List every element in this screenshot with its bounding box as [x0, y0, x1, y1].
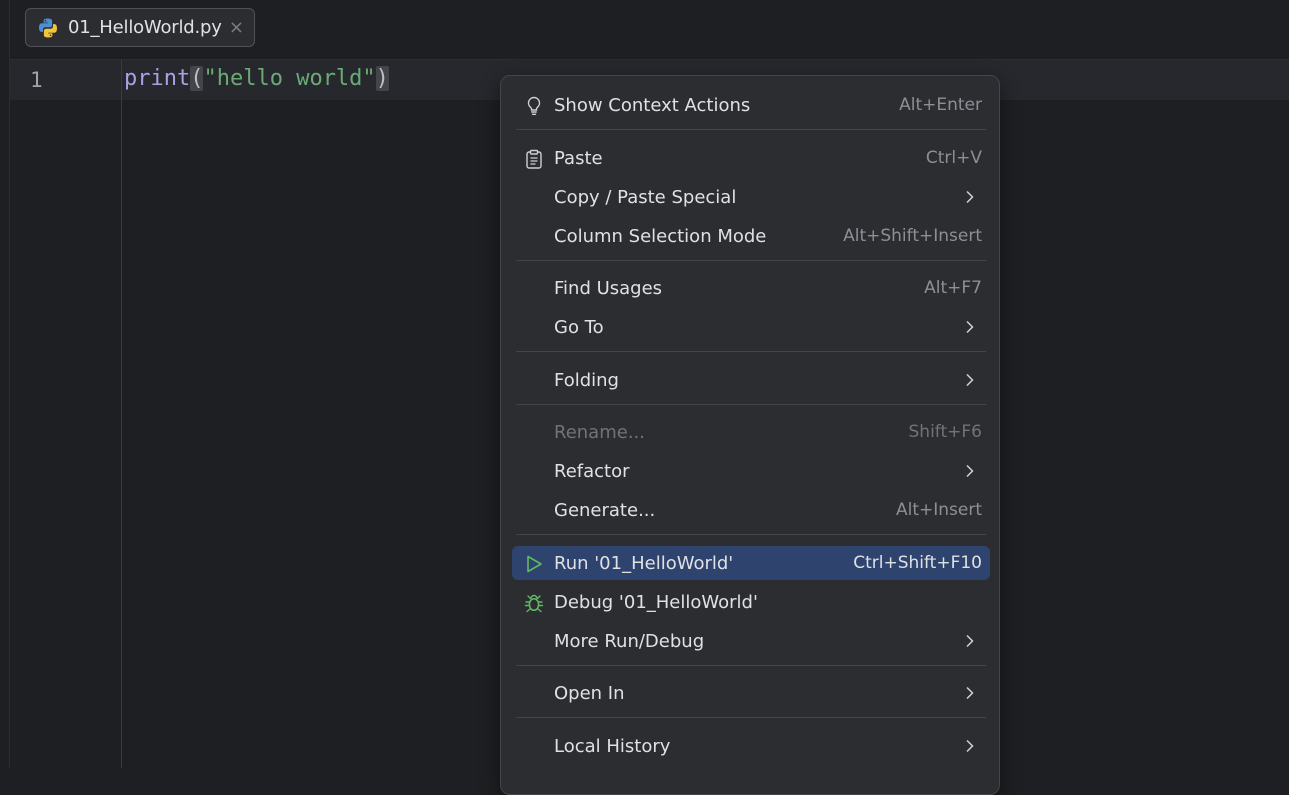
code-string-literal: "hello world" — [203, 66, 376, 91]
context-menu: Show Context Actions Alt+Enter Paste Ctr… — [500, 75, 1000, 795]
chevron-right-icon — [966, 373, 974, 387]
menu-item-rename[interactable]: Rename... Shift+F6 — [512, 415, 990, 449]
run-icon — [527, 555, 542, 573]
menu-separator — [516, 404, 986, 405]
menu-item-shortcut: Alt+Insert — [895, 500, 982, 520]
code-function-name: print — [124, 66, 191, 91]
clipboard-icon — [526, 149, 542, 169]
menu-item-label: Debug '01_HelloWorld' — [554, 591, 758, 613]
menu-item-paste[interactable]: Paste Ctrl+V — [512, 141, 990, 175]
menu-separator — [516, 717, 986, 718]
lightbulb-icon — [527, 96, 541, 115]
python-file-icon — [39, 18, 57, 37]
menu-item-label: Find Usages — [554, 277, 663, 299]
gutter-divider — [121, 60, 122, 768]
menu-item-folding[interactable]: Folding — [512, 363, 990, 397]
menu-item-label: Generate... — [554, 499, 656, 521]
menu-item-label: Go To — [554, 316, 604, 338]
menu-item-refactor[interactable]: Refactor — [512, 454, 990, 488]
line-number: 1 — [30, 68, 43, 92]
menu-item-label: More Run/Debug — [554, 630, 705, 652]
menu-item-shortcut: Ctrl+V — [925, 148, 982, 168]
chevron-right-icon — [966, 739, 974, 753]
menu-item-debug[interactable]: Debug '01_HelloWorld' — [512, 585, 990, 619]
debug-bug-icon — [524, 594, 544, 613]
chevron-right-icon — [966, 190, 974, 204]
code-open-paren: ( — [190, 66, 204, 91]
menu-item-run[interactable]: Run '01_HelloWorld' Ctrl+Shift+F10 — [512, 546, 990, 580]
menu-item-find-usages[interactable]: Find Usages Alt+F7 — [512, 271, 990, 305]
menu-separator — [516, 665, 986, 666]
menu-item-shortcut: Alt+F7 — [924, 278, 982, 298]
menu-item-shortcut: Shift+F6 — [908, 422, 982, 442]
menu-item-show-context-actions[interactable]: Show Context Actions Alt+Enter — [512, 88, 990, 122]
menu-item-label: Local History — [554, 735, 671, 757]
chevron-right-icon — [966, 634, 974, 648]
left-edge-strip — [0, 0, 10, 768]
chevron-right-icon — [966, 320, 974, 334]
editor-tab-bar: 01_HelloWorld.py × — [10, 0, 1289, 60]
menu-item-copy-paste-special[interactable]: Copy / Paste Special — [512, 180, 990, 214]
menu-item-label: Column Selection Mode — [554, 225, 767, 247]
menu-item-shortcut: Ctrl+Shift+F10 — [853, 553, 982, 573]
menu-item-label: Folding — [554, 369, 619, 391]
menu-item-open-in[interactable]: Open In — [512, 676, 990, 710]
chevron-right-icon — [966, 464, 974, 478]
menu-separator — [516, 129, 986, 130]
menu-item-label: Copy / Paste Special — [554, 186, 737, 208]
menu-item-local-history[interactable]: Local History — [512, 729, 990, 763]
menu-item-shortcut: Alt+Enter — [899, 95, 982, 115]
menu-separator — [516, 534, 986, 535]
menu-separator — [516, 260, 986, 261]
menu-item-label: Rename... — [554, 421, 645, 443]
menu-item-go-to[interactable]: Go To — [512, 310, 990, 344]
menu-item-generate[interactable]: Generate... Alt+Insert — [512, 493, 990, 527]
close-icon[interactable]: × — [229, 17, 244, 38]
menu-item-label: Paste — [554, 147, 603, 169]
menu-item-column-selection-mode[interactable]: Column Selection Mode Alt+Shift+Insert — [512, 219, 990, 253]
chevron-right-icon — [966, 686, 974, 700]
menu-item-label: Open In — [554, 682, 625, 704]
menu-separator — [516, 351, 986, 352]
tab-label: 01_HelloWorld.py — [68, 17, 222, 38]
code-close-paren: ) — [375, 66, 389, 91]
menu-item-shortcut: Alt+Shift+Insert — [843, 226, 982, 246]
menu-item-more-run-debug[interactable]: More Run/Debug — [512, 624, 990, 658]
code-line-1[interactable]: print("hello world") — [124, 66, 389, 91]
menu-item-label: Show Context Actions — [554, 94, 751, 116]
editor-tab-hello-world[interactable]: 01_HelloWorld.py × — [25, 8, 255, 47]
menu-item-label: Run '01_HelloWorld' — [554, 552, 734, 574]
menu-item-label: Refactor — [554, 460, 630, 482]
